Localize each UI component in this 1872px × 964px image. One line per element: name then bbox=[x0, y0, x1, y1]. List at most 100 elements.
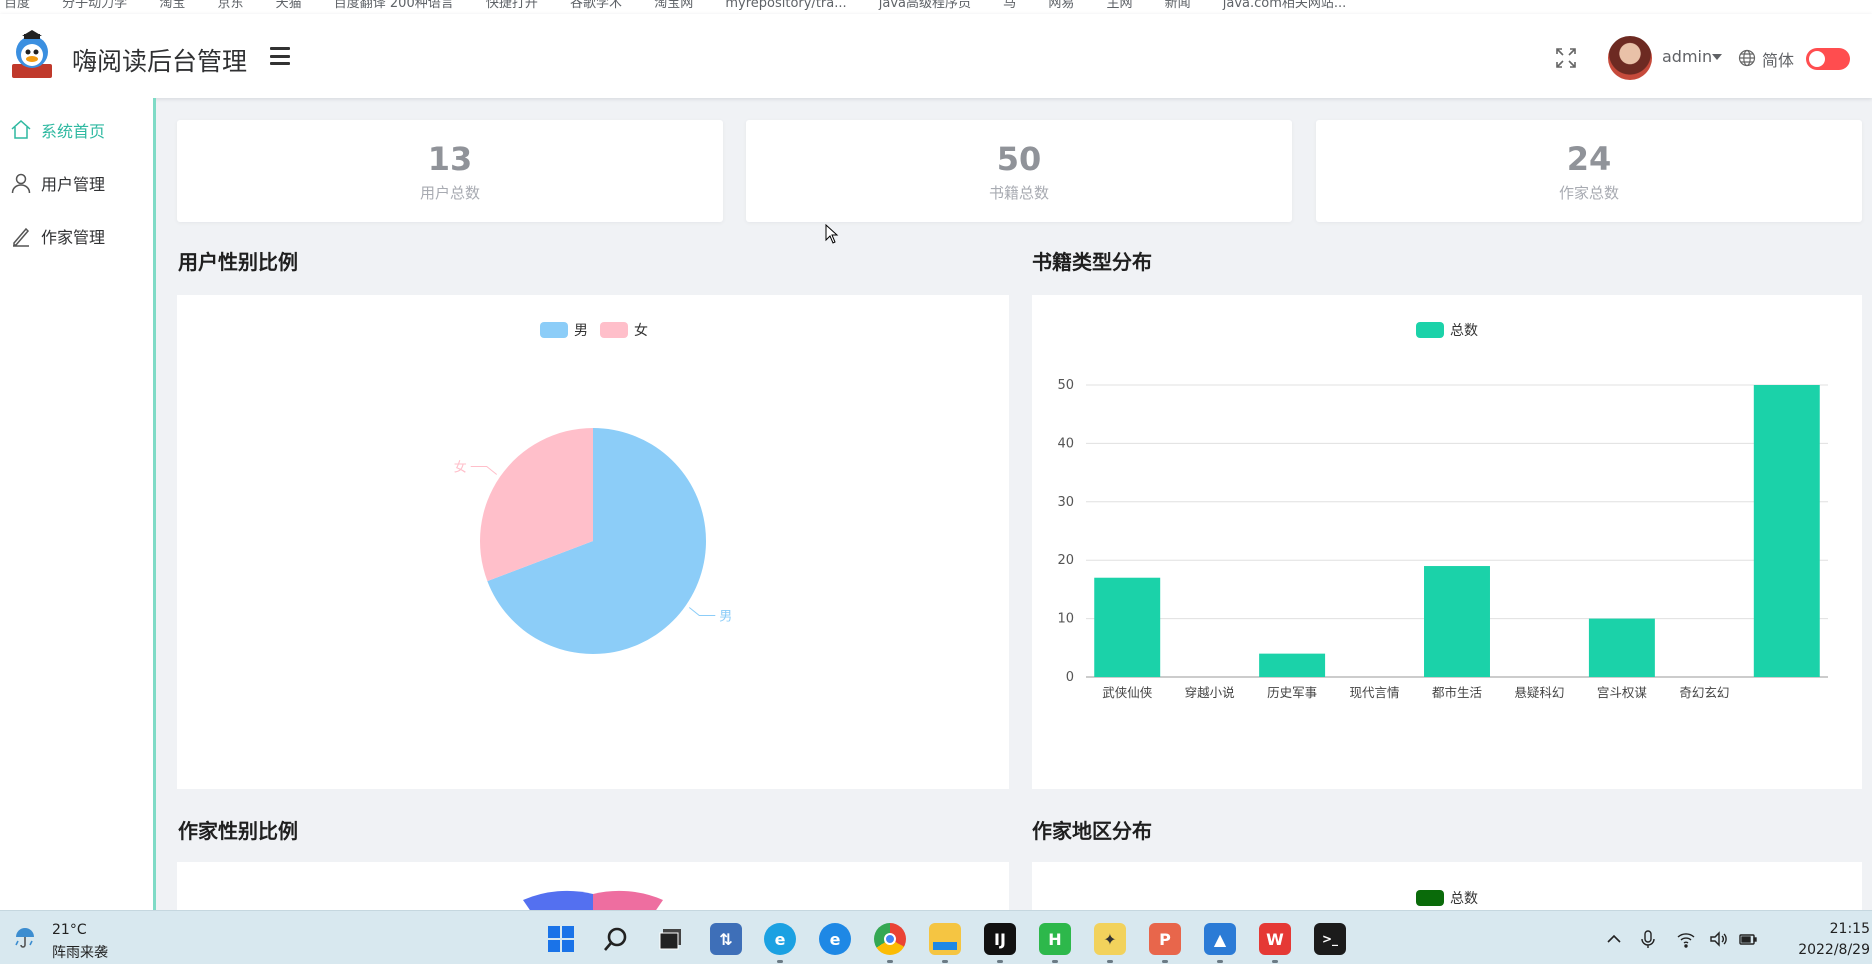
edge-icon[interactable]: e bbox=[764, 923, 796, 963]
weather-rain-icon[interactable] bbox=[10, 921, 40, 951]
pie-slice bbox=[593, 890, 663, 910]
task-view-icon[interactable] bbox=[655, 923, 687, 955]
file-explorer-icon[interactable] bbox=[929, 923, 961, 963]
pie-label: 男 bbox=[719, 609, 732, 624]
section-title-writer-region: 作家地区分布 bbox=[1032, 819, 1152, 843]
user-icon bbox=[11, 173, 31, 194]
y-tick-label: 10 bbox=[1057, 612, 1074, 627]
bar[interactable] bbox=[1259, 653, 1326, 677]
wps-icon[interactable]: W bbox=[1259, 923, 1291, 963]
bookmark-item[interactable]: 主网 bbox=[1106, 0, 1132, 11]
pie-chart-svg bbox=[523, 890, 663, 910]
pie-chart-panel-writer-gender bbox=[177, 862, 1009, 910]
stat-label: 用户总数 bbox=[419, 184, 480, 202]
bookmark-item[interactable]: 天猫 bbox=[276, 0, 302, 11]
sidebar-item-home[interactable]: 系统首页 bbox=[0, 110, 150, 150]
x-tick-label: 都市生活 bbox=[1432, 685, 1482, 700]
pie-slice bbox=[523, 890, 593, 910]
bookmark-item[interactable]: java高级程序员 bbox=[879, 0, 971, 11]
legend-item-total[interactable]: 总数 bbox=[1416, 888, 1478, 908]
x-tick-label: 穿越小说 bbox=[1185, 685, 1235, 700]
hbuilder-icon[interactable]: H bbox=[1039, 923, 1071, 963]
bookmark-item[interactable]: 马 bbox=[1003, 0, 1016, 11]
bookmark-item[interactable]: java.com相关网站... bbox=[1223, 0, 1347, 11]
user-name[interactable]: admin bbox=[1662, 47, 1712, 66]
theme-toggle[interactable] bbox=[1806, 48, 1850, 70]
wifi-icon[interactable] bbox=[1676, 929, 1696, 949]
pie-chart-svg: 男女 bbox=[454, 428, 732, 654]
stat-label: 作家总数 bbox=[1558, 184, 1619, 202]
terminal-icon[interactable]: >_ bbox=[1314, 923, 1346, 955]
bar[interactable] bbox=[1753, 385, 1820, 677]
task-view-glyph-icon bbox=[659, 929, 681, 950]
bookmark-item[interactable]: 新闻 bbox=[1165, 0, 1191, 11]
powerpoint-icon[interactable]: P bbox=[1149, 923, 1181, 963]
bookmark-item[interactable]: myrepository/tra... bbox=[725, 0, 846, 11]
pie-label-line bbox=[470, 466, 498, 475]
weather-temperature: 21°C bbox=[52, 922, 87, 938]
y-tick-label: 20 bbox=[1057, 553, 1074, 568]
windows-logo-icon bbox=[548, 926, 574, 952]
bar[interactable] bbox=[1424, 566, 1490, 677]
speaker-icon[interactable] bbox=[1708, 929, 1728, 949]
weather-description: 阵雨来袭 bbox=[52, 945, 108, 961]
bar[interactable] bbox=[1588, 618, 1655, 677]
chat-app-icon[interactable]: ✦ bbox=[1094, 923, 1126, 963]
clock-date[interactable]: 2022/8/29 bbox=[1770, 942, 1870, 958]
network-app-icon[interactable]: ⇅ bbox=[710, 923, 742, 955]
bar-chart-panel-book-types: 总数 0 10 20 30 40 50 武侠仙侠 穿越小说 历史军事 现代言情 都市生活 悬疑科幻 宫斗… bbox=[1032, 295, 1862, 789]
folder-stripe-icon bbox=[933, 942, 957, 950]
bookmark-item[interactable]: 京东 bbox=[217, 0, 243, 11]
bar[interactable] bbox=[1094, 577, 1161, 677]
bookmark-item[interactable]: 分子动力学 bbox=[62, 0, 127, 11]
x-tick-label: 历史军事 bbox=[1267, 685, 1317, 700]
pie-label-line bbox=[688, 607, 716, 616]
bar-chart-panel-writer-region: 总数 bbox=[1032, 862, 1862, 910]
stat-card-writers: 24 作家总数 bbox=[1316, 120, 1862, 222]
chevron-up-icon[interactable] bbox=[1604, 929, 1624, 949]
bookmark-item[interactable]: 百度 bbox=[4, 0, 30, 11]
start-icon[interactable] bbox=[545, 923, 577, 955]
x-tick-label: 奇幻玄幻 bbox=[1679, 685, 1729, 700]
bookmark-item[interactable]: 谷歌学术 bbox=[570, 0, 622, 11]
bookmark-item[interactable]: 淘宝 bbox=[159, 0, 185, 11]
bookmark-item[interactable]: 快捷打开 bbox=[486, 0, 538, 11]
caret-down-icon[interactable] bbox=[1712, 54, 1722, 60]
x-tick-label: 悬疑科幻 bbox=[1514, 685, 1564, 700]
sidebar-item-label: 系统首页 bbox=[41, 122, 106, 141]
stat-card-books: 50 书籍总数 bbox=[746, 120, 1292, 222]
ie-icon[interactable]: e bbox=[819, 923, 851, 955]
pen-icon bbox=[13, 227, 30, 247]
bookmark-item[interactable]: 网易 bbox=[1048, 0, 1074, 11]
bookmark-item[interactable]: 淘宝网 bbox=[654, 0, 693, 11]
app-header: 嗨阅读后台管理 admin 简体 bbox=[0, 14, 1872, 98]
bookmarks-bar: 百度 分子动力学 淘宝 京东 天猫 百度翻译 200种语言 快捷打开 谷歌学术 … bbox=[0, 0, 1872, 14]
microphone-icon[interactable] bbox=[1638, 929, 1658, 949]
app-title: 嗨阅读后台管理 bbox=[72, 47, 248, 76]
sidebar-item-users[interactable]: 用户管理 bbox=[0, 163, 150, 203]
bookmark-item[interactable]: 百度翻译 200种语言 bbox=[334, 0, 454, 11]
search-icon[interactable] bbox=[600, 923, 632, 955]
avatar[interactable] bbox=[1608, 36, 1652, 80]
sidebar-item-label: 作家管理 bbox=[41, 228, 106, 247]
intellij-icon[interactable]: IJ bbox=[984, 923, 1016, 963]
y-tick-label: 50 bbox=[1057, 378, 1074, 393]
magnifier-icon bbox=[604, 927, 627, 951]
menu-toggle-icon[interactable] bbox=[270, 47, 290, 65]
stat-value: 50 bbox=[996, 140, 1042, 178]
battery-icon[interactable] bbox=[1738, 929, 1758, 949]
chrome-icon[interactable] bbox=[874, 923, 906, 963]
toggle-knob bbox=[1809, 51, 1825, 67]
globe-icon[interactable] bbox=[1738, 49, 1756, 67]
y-tick-label: 30 bbox=[1057, 495, 1074, 510]
fullscreen-icon[interactable] bbox=[1554, 46, 1578, 70]
sidebar-item-writers[interactable]: 作家管理 bbox=[0, 216, 150, 256]
language-selector[interactable]: 简体 bbox=[1762, 47, 1794, 71]
stat-card-users: 13 用户总数 bbox=[177, 120, 723, 222]
home-icon bbox=[11, 119, 31, 139]
photos-icon[interactable]: ▲ bbox=[1204, 923, 1236, 963]
clock-time[interactable]: 21:15 bbox=[1810, 921, 1870, 937]
mouse-cursor-icon bbox=[825, 224, 839, 244]
pie-chart-panel-user-gender: 男 女 男女 bbox=[177, 295, 1009, 789]
x-tick-label: 武侠仙侠 bbox=[1102, 685, 1153, 700]
